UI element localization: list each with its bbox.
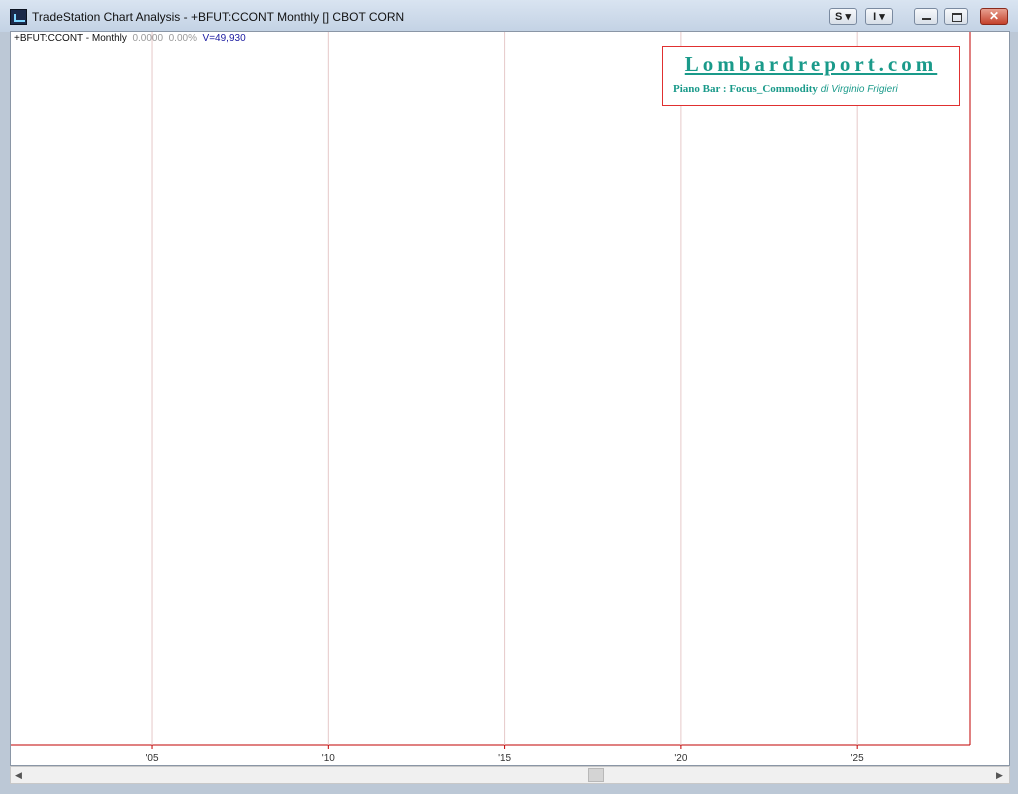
value-readout: 0.0000 bbox=[132, 33, 164, 44]
horizontal-scrollbar[interactable]: ◀ ▶ bbox=[10, 766, 1010, 784]
x-tick-label: '05 bbox=[146, 753, 159, 764]
x-tick-label: '25 bbox=[851, 753, 864, 764]
volume-readout: V=49,930 bbox=[202, 33, 246, 44]
logo-subtitle: Piano Bar : Focus_Commodity di Virginio … bbox=[673, 83, 898, 95]
scrollbar-thumb[interactable] bbox=[588, 768, 604, 782]
percent-readout: 0.00% bbox=[168, 33, 197, 44]
logo-author: di Virginio Frigieri bbox=[820, 84, 898, 95]
chart-header: +BFUT:CCONT - Monthly 0.0000 0.00% V=49,… bbox=[14, 33, 246, 44]
logo-title: Lombardreport.com bbox=[684, 52, 938, 76]
x-tick-label: '10 bbox=[322, 753, 335, 764]
scroll-right-icon[interactable]: ▶ bbox=[996, 770, 1003, 781]
scroll-left-icon[interactable]: ◀ bbox=[15, 770, 22, 781]
lombardreport-logo: Lombardreport.com Piano Bar : Focus_Comm… bbox=[662, 46, 960, 106]
x-tick-label: '15 bbox=[498, 753, 511, 764]
x-tick-label: '20 bbox=[674, 753, 687, 764]
logo-subtitle-text: Piano Bar : Focus_Commodity bbox=[673, 83, 818, 95]
price-chart[interactable]: '05'10'15'20'252003004005006007008009001… bbox=[0, 0, 1018, 794]
window-bottom-edge bbox=[0, 784, 1018, 794]
symbol-label: +BFUT:CCONT - Monthly bbox=[14, 33, 127, 44]
